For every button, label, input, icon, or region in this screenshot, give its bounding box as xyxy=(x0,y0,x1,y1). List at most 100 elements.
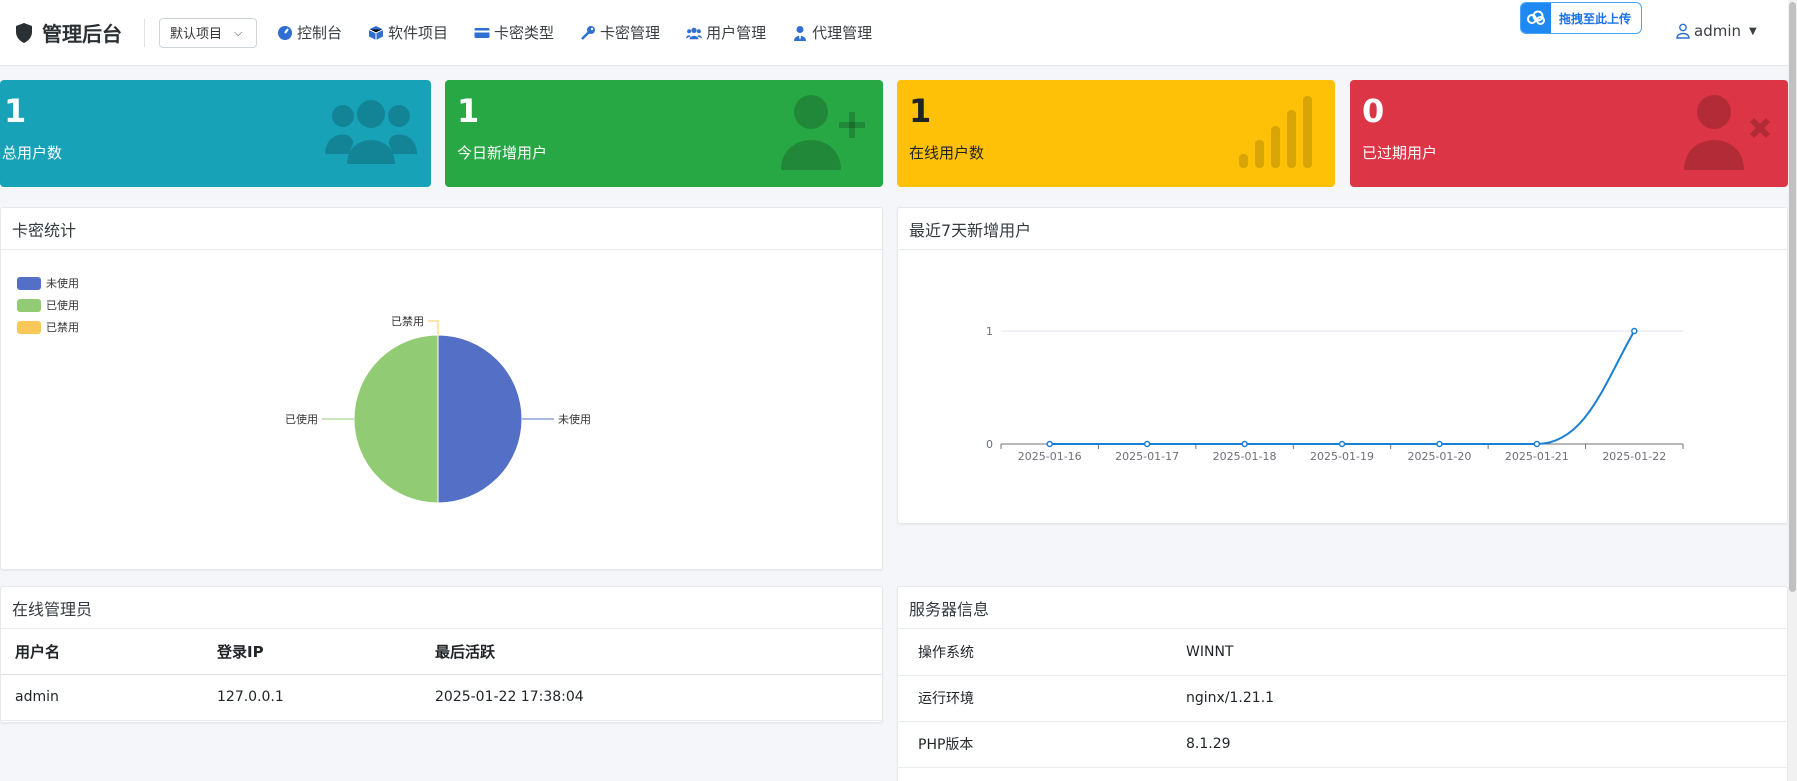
online-admins-panel: 在线管理员 用户名 登录IP 最后活跃 admin 127.0.0.1 2025… xyxy=(0,586,883,723)
table-row: admin 127.0.0.1 2025-01-22 17:38:04 xyxy=(1,674,882,721)
nav-item-software[interactable]: 软件项目 xyxy=(368,22,448,43)
pie-label: 已使用 xyxy=(285,413,318,426)
x-tick-label: 2025-01-18 xyxy=(1213,450,1277,463)
nav-item-card-type[interactable]: 卡密类型 xyxy=(474,22,554,43)
users-icon xyxy=(686,27,703,39)
data-point[interactable] xyxy=(1436,440,1443,448)
table-cell-value: WINNT xyxy=(1172,629,1787,676)
nav-item-label: 用户管理 xyxy=(706,24,767,42)
user-menu[interactable]: admin ▼ xyxy=(1676,22,1757,40)
chevron-down-icon: ⌵ xyxy=(234,25,243,39)
nav-item-dashboard[interactable]: 控制台 xyxy=(277,22,342,43)
pie-label-line xyxy=(428,320,439,335)
column-header: 用户名 xyxy=(1,629,203,675)
stat-card-online-users[interactable]: 1 在线用户数 xyxy=(897,80,1335,187)
user-plus-icon xyxy=(781,95,865,170)
x-tick-label: 2025-01-20 xyxy=(1407,450,1471,463)
table-cell-value: 8.1.29 xyxy=(1172,721,1787,768)
data-point[interactable] xyxy=(1046,440,1053,448)
new-users-title: 最近7天新增用户 xyxy=(898,208,1787,250)
stat-value: 0 xyxy=(1362,92,1385,130)
project-select-value: 默认项目 xyxy=(170,27,223,42)
data-point[interactable] xyxy=(1533,440,1541,448)
line-chart: 0 1 2025-01-16 2025-01-17 2025-01-18 2025-01-… xyxy=(986,325,1684,463)
stat-value: 1 xyxy=(4,92,27,130)
column-header: 登录IP xyxy=(203,629,421,675)
divider xyxy=(144,18,145,47)
pie-label: 未使用 xyxy=(558,413,591,426)
brand[interactable]: 管理后台 xyxy=(0,0,122,65)
upload-button-label: 拖拽至此上传 xyxy=(1559,11,1632,26)
table-cell-key: 操作系统 xyxy=(898,629,1172,676)
table-row: 操作系统 WINNT xyxy=(898,629,1787,676)
card-stats-title: 卡密统计 xyxy=(1,208,882,250)
shield-icon xyxy=(16,22,32,43)
page-scrollbar[interactable] xyxy=(1788,0,1797,781)
stat-value: 1 xyxy=(457,92,480,130)
table-cell-value: nginx/1.21.1 xyxy=(1172,675,1787,722)
nav-item-users[interactable]: 用户管理 xyxy=(686,22,766,43)
user-times-icon xyxy=(1684,95,1771,170)
pie-chart: 未使用 已使用 已禁用 xyxy=(285,315,591,504)
stat-label: 已过期用户 xyxy=(1362,144,1438,162)
caret-down-icon: ▼ xyxy=(1749,25,1757,37)
table-header-row: 用户名 登录IP 最后活跃 xyxy=(1,629,882,675)
y-tick-label: 1 xyxy=(986,325,993,338)
stat-value: 1 xyxy=(909,92,932,130)
brand-title: 管理后台 xyxy=(42,22,122,46)
server-info-panel: 服务器信息 操作系统 WINNT 运行环境 nginx/1.21.1 PHP版本… xyxy=(897,586,1788,781)
data-point[interactable] xyxy=(1241,440,1248,448)
stat-card-expired-users[interactable]: 0 已过期用户 xyxy=(1350,80,1788,187)
online-admins-table: 用户名 登录IP 最后活跃 admin 127.0.0.1 2025-01-22… xyxy=(1,629,882,721)
y-tick-label: 0 xyxy=(986,438,993,451)
table-cell: 2025-01-22 17:38:04 xyxy=(421,674,882,721)
users-icon xyxy=(325,100,417,164)
pie-label: 已禁用 xyxy=(391,315,424,328)
key-icon xyxy=(581,25,596,40)
online-admins-title: 在线管理员 xyxy=(1,587,882,629)
table-cell: admin xyxy=(1,674,203,721)
stat-card-total-users[interactable]: 1 总用户数 xyxy=(0,80,431,187)
user-icon xyxy=(1676,23,1690,39)
server-info-title: 服务器信息 xyxy=(898,587,1787,629)
x-tick-label: 2025-01-17 xyxy=(1115,450,1179,463)
nav-item-agents[interactable]: 代理管理 xyxy=(792,22,872,43)
table-cell: 127.0.0.1 xyxy=(203,674,421,721)
project-select[interactable]: 默认项目 ⌵ xyxy=(159,17,257,48)
dashboard-icon xyxy=(278,25,292,40)
stat-card-new-users[interactable]: 1 今日新增用户 xyxy=(445,80,883,187)
nav-item-label: 卡密类型 xyxy=(494,24,555,42)
stat-label: 今日新增用户 xyxy=(457,144,548,162)
user-name: admin xyxy=(1694,22,1741,40)
nav-item-label: 软件项目 xyxy=(388,24,449,42)
nav-item-label: 卡密管理 xyxy=(600,24,661,42)
card-stats-panel: 卡密统计 未使用 已使用 已禁用 未使用 已使用 已禁用 xyxy=(0,207,883,570)
table-cell-key: PHP版本 xyxy=(898,721,1172,768)
user-tie-icon xyxy=(794,25,807,41)
x-tick-label: 2025-01-19 xyxy=(1310,450,1374,463)
column-header: 最后活跃 xyxy=(421,629,882,675)
series-line xyxy=(1049,330,1636,445)
pie-slice[interactable] xyxy=(437,334,523,504)
table-cell-key: 运行环境 xyxy=(898,675,1172,722)
stat-label: 在线用户数 xyxy=(909,144,985,162)
server-info-table: 操作系统 WINNT 运行环境 nginx/1.21.1 PHP版本 8.1.2… xyxy=(898,629,1787,768)
cube-icon xyxy=(368,25,384,40)
data-point[interactable] xyxy=(1338,440,1346,448)
data-point[interactable] xyxy=(1143,440,1151,448)
signal-icon xyxy=(1239,96,1312,168)
stat-label: 总用户数 xyxy=(2,144,63,162)
table-row: PHP版本 8.1.29 xyxy=(898,721,1787,768)
upload-button[interactable]: 拖拽至此上传 xyxy=(1520,2,1642,34)
new-users-panel: 最近7天新增用户 0 1 2025-01-16 2025-01-17 2025-01-1… xyxy=(897,207,1788,524)
credit-card-icon xyxy=(474,27,490,38)
x-tick-label: 2025-01-22 xyxy=(1602,450,1666,463)
nav-menu: 控制台 软件项目 卡密类型 卡密管理 用户管理 代理管理 xyxy=(277,22,898,43)
data-point[interactable] xyxy=(1631,327,1638,335)
nav-item-card-manage[interactable]: 卡密管理 xyxy=(580,22,660,43)
nav-item-label: 代理管理 xyxy=(812,24,873,42)
x-tick-label: 2025-01-21 xyxy=(1505,450,1569,463)
x-tick-label: 2025-01-16 xyxy=(1018,450,1082,463)
scrollbar-thumb[interactable] xyxy=(1789,2,1796,592)
pie-slice[interactable] xyxy=(353,334,439,504)
